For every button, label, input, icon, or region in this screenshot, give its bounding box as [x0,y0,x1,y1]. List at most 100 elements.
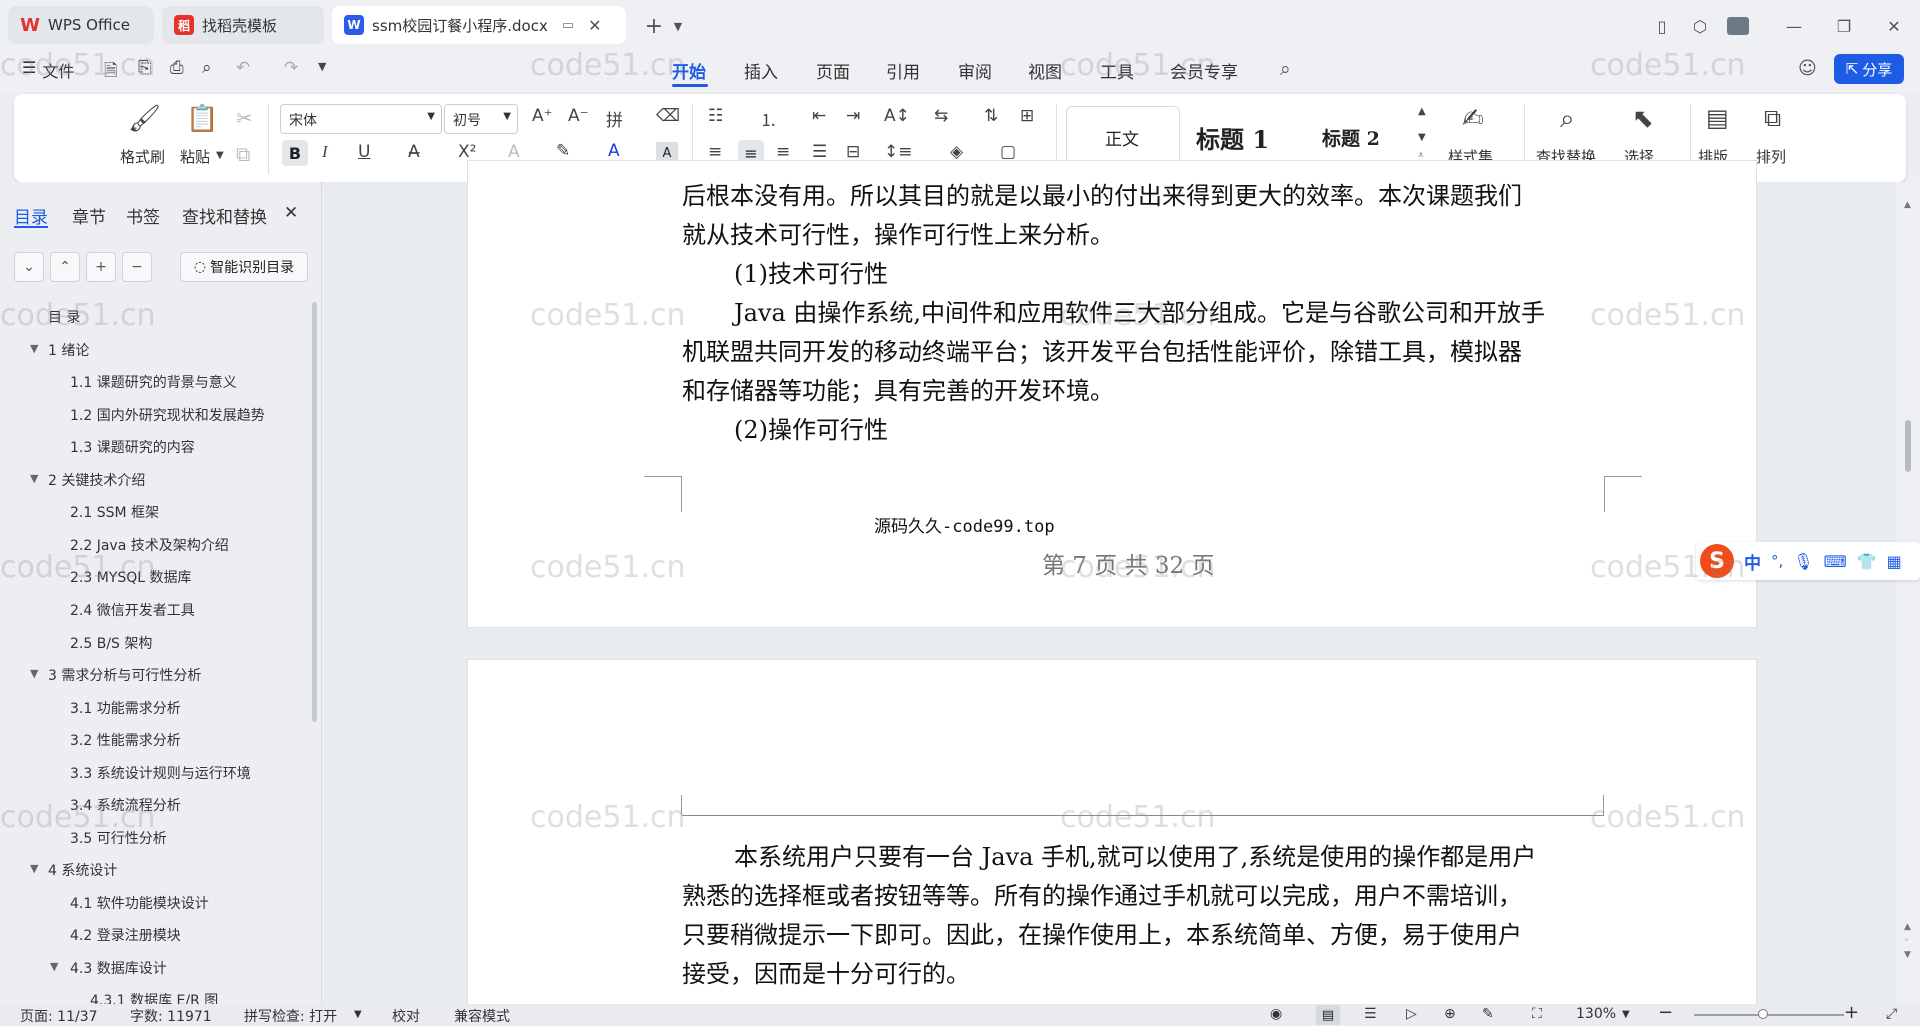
convert-icon[interactable]: ⇆ [934,106,948,126]
search-icon[interactable]: ⌕ [1280,58,1291,80]
menu-page[interactable]: 页面 [816,58,850,83]
play-icon[interactable]: ▷ [1406,1006,1417,1022]
close-window-icon[interactable]: ✕ [1880,12,1908,40]
format-painter-button[interactable]: 格式刷 [120,146,165,167]
toc-item[interactable]: 3.3 系统设计规则与运行环境 [70,763,251,783]
tab-chapters[interactable]: 章节 [72,203,106,228]
chevron-down-icon[interactable]: ▼ [1622,1009,1630,1020]
skin-icon[interactable]: 👕 [1857,552,1877,571]
window-mode-icon[interactable]: ▭ [562,18,574,33]
vertical-scrollbar[interactable] [1896,182,1920,1004]
underline-button[interactable]: U [358,142,370,162]
outline-view-icon[interactable]: ☰ [1364,1006,1377,1022]
minimize-icon[interactable]: — [1780,12,1808,40]
expand-arrow-icon[interactable]: ▼ [50,960,58,973]
bullet-list-icon[interactable]: ☷ [708,106,723,126]
style-heading-1[interactable]: 标题 1 [1196,120,1269,155]
style-heading-2[interactable]: 标题 2 [1322,124,1380,151]
ime-toolbar[interactable]: S 中 °, 🎙 ⌨ 👕 ▦ [1696,542,1920,580]
toc-item[interactable]: 4.2 登录注册模块 [70,925,181,945]
toc-item[interactable]: 4.1 软件功能模块设计 [70,893,209,913]
tab-bookmarks[interactable]: 书签 [126,203,160,228]
keyboard-icon[interactable]: ⌨ [1824,552,1847,571]
arrange-button[interactable]: 排列 [1756,146,1786,167]
ime-language[interactable]: 中 [1744,549,1761,574]
toc-item[interactable]: 3.4 系统流程分析 [70,795,181,815]
page-view-icon[interactable]: ▤ [1316,1005,1340,1025]
file-menu[interactable]: ☰ 文件 [22,58,74,82]
fit-page-icon[interactable]: ⛶ [1532,1006,1542,1022]
toolbox-icon[interactable]: ▦ [1887,552,1902,571]
toc-item[interactable]: 1.2 国内外研究现状和发展趋势 [70,405,265,425]
toc-item[interactable]: 4.3.1 数据库 E/R 图 [90,990,218,1004]
toc-item[interactable]: 2 关键技术介绍 [48,470,145,490]
page-nav-icon[interactable]: ▲ ◦ ▼ [1904,920,1911,962]
toc-item[interactable]: 4 系统设计 [48,860,117,880]
print-icon[interactable]: ⎙ [170,58,184,78]
expand-arrow-icon[interactable]: ▼ [30,342,38,355]
toc-item[interactable]: 3.1 功能需求分析 [70,698,181,718]
shrink-font-icon[interactable]: A⁻ [568,106,589,126]
format-painter-icon[interactable]: 🖌 [128,104,161,134]
panel-layout-icon[interactable]: ▯ [1648,12,1676,40]
close-pane-icon[interactable]: ✕ [284,203,298,223]
menu-tools[interactable]: 工具 [1100,58,1134,83]
expand-arrow-icon[interactable]: ▼ [30,862,38,875]
menu-references[interactable]: 引用 [886,58,920,83]
print-preview-icon[interactable]: ⌕ [202,58,212,78]
remove-heading-icon[interactable]: − [122,252,152,282]
toc-item[interactable]: 2.5 B/S 架构 [70,633,152,653]
tab-toc[interactable]: 目录 [14,203,48,228]
shading-icon[interactable]: ◈ [950,142,963,162]
layout-icon[interactable]: ▤ [1706,104,1729,132]
toc-item[interactable]: 3.2 性能需求分析 [70,730,181,750]
italic-button[interactable]: I [322,142,328,162]
web-view-icon[interactable]: ⊕ [1444,1006,1456,1022]
increase-indent-icon[interactable]: ⇥ [846,106,860,126]
microphone-icon[interactable]: 🎙 [1793,552,1813,571]
sort-icon[interactable]: ⇅ [984,106,998,126]
paste-button[interactable]: 粘贴 [180,146,210,167]
pen-icon[interactable]: ✎ [1482,1006,1494,1022]
sogou-logo-icon[interactable]: S [1700,544,1734,578]
grow-font-icon[interactable]: A⁺ [532,106,553,126]
menu-member[interactable]: 会员专享 [1170,58,1238,83]
chat-icon[interactable]: ☺ [1798,58,1817,79]
punctuation-icon[interactable]: °, [1771,552,1783,570]
arrange-icon[interactable]: ⧉ [1764,104,1781,132]
paste-icon[interactable]: 📋 [186,104,218,134]
toc-item[interactable]: 3.5 可行性分析 [70,828,167,848]
maximize-icon[interactable]: ❐ [1830,12,1858,40]
toc-item[interactable]: 目 录 [48,307,80,327]
superscript-icon[interactable]: X² [458,142,476,162]
style-scroll-up-icon[interactable]: ▲ [1418,106,1426,117]
tab-document[interactable]: W ssm校园订餐小程序.docx ▭ ✕ [332,6,626,44]
eye-protection-icon[interactable]: ◉ [1270,1006,1282,1022]
add-heading-icon[interactable]: + [86,252,116,282]
style-normal[interactable]: 正文 [1066,106,1180,168]
zoom-slider-thumb[interactable] [1758,1009,1768,1019]
expand-arrow-icon[interactable]: ▼ [30,472,38,485]
font-name-select[interactable]: 宋体 ▼ [280,104,442,134]
page-indicator[interactable]: 页面: 11/37 [20,1006,98,1026]
expand-arrow-icon[interactable]: ▼ [30,667,38,680]
menu-home[interactable]: 开始 [672,58,706,83]
toc-item[interactable]: 1.1 课题研究的背景与意义 [70,372,237,392]
word-count[interactable]: 字数: 11971 [130,1006,212,1026]
clear-format-icon[interactable]: ⌫ [656,106,680,126]
proofread-button[interactable]: 校对 [392,1006,420,1026]
align-left-icon[interactable]: ≡ [708,142,722,162]
find-replace-icon[interactable]: ⌕ [1560,104,1575,135]
zoom-out-icon[interactable]: − [1658,1002,1673,1023]
menu-insert[interactable]: 插入 [744,58,778,83]
undo-icon[interactable]: ↶ [236,58,250,78]
justify-icon[interactable]: ☰ [812,142,827,162]
toc-item[interactable]: 1.3 课题研究的内容 [70,437,195,457]
border-icon[interactable]: ▢ [1000,142,1016,162]
toc-item[interactable]: 3 需求分析与可行性分析 [48,665,201,685]
numbered-list-icon[interactable]: ⒈ [760,106,777,131]
cut-icon[interactable]: ✂ [236,106,253,130]
move-up-icon[interactable]: ⌃ [50,252,80,282]
scrollbar-thumb[interactable] [1905,420,1911,472]
decrease-indent-icon[interactable]: ⇤ [812,106,826,126]
